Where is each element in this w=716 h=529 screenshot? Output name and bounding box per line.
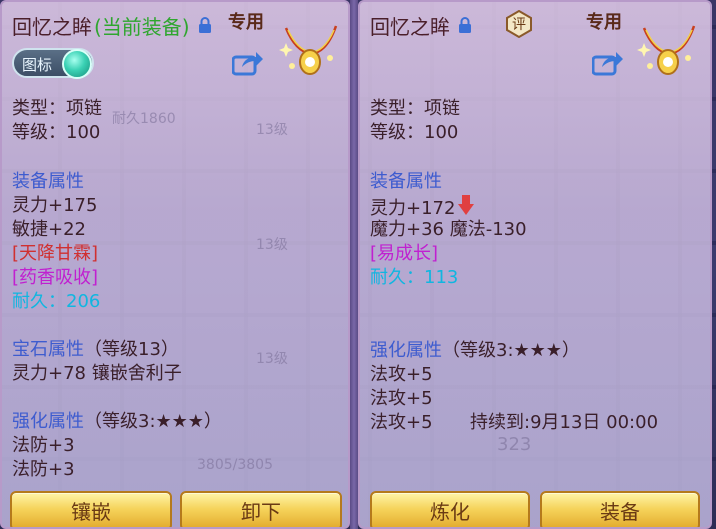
bg-level-text: 13级 — [256, 122, 288, 138]
equipped-label: (当前装备) — [94, 14, 190, 39]
skill-tag: [易成长] — [370, 243, 439, 264]
enhance-level: （等级3:★★★） — [442, 340, 580, 361]
enhance-attr-row: 强化属性 （等级3:★★★） — [12, 410, 222, 434]
gem-level: （等级13） — [84, 339, 179, 360]
share-icon[interactable] — [231, 50, 264, 80]
enhance-line: 法防+3 — [12, 459, 75, 480]
panel-divider — [350, 0, 358, 529]
item-level: 等级：100 — [12, 122, 101, 143]
skill-tag: [天降甘霖] — [12, 243, 99, 264]
equip-button[interactable]: 装备 — [540, 491, 700, 527]
item-name: 回忆之眸 — [370, 14, 450, 39]
gem-line: 灵力+78 镶嵌舍利子 — [12, 363, 182, 384]
refine-button[interactable]: 炼化 — [370, 491, 530, 527]
gem-attr-row: 宝石属性 （等级13） — [12, 338, 179, 362]
enhance-level: （等级3:★★★） — [84, 411, 222, 432]
attr-line: 灵力+175 — [12, 195, 98, 216]
evaluate-label: 评 — [512, 17, 526, 33]
item-title: 回忆之眸 — [370, 10, 472, 40]
icon-toggle-label: 图标 — [22, 56, 53, 74]
lock-icon[interactable] — [198, 17, 212, 33]
necklace-item-icon — [278, 18, 342, 84]
unload-button[interactable]: 卸下 — [180, 491, 342, 527]
bg-number-text: 323 — [497, 434, 532, 455]
inlay-button[interactable]: 镶嵌 — [10, 491, 172, 527]
equip-attr-heading: 装备属性 — [370, 171, 442, 192]
item-name: 回忆之眸 — [12, 14, 92, 39]
exclusive-label: 专用 — [586, 12, 622, 33]
enhance-line: 法攻+5 — [370, 388, 433, 409]
durability-line: 耐久：206 — [12, 291, 101, 312]
bg-hp-text: 3805/3805 — [197, 457, 273, 473]
expiry-text: 持续到:9月13日 00:00 — [470, 412, 659, 433]
enhance-attr-row: 强化属性 （等级3:★★★） — [370, 339, 580, 363]
gem-attr-heading: 宝石属性 — [12, 339, 84, 360]
bg-level-text: 13级 — [256, 237, 288, 253]
toggle-knob — [62, 49, 92, 79]
bg-durability-text: 耐久1860 — [112, 111, 176, 127]
attr-line: 敏捷+22 — [12, 219, 86, 240]
share-icon[interactable] — [591, 50, 624, 80]
item-type: 类型：项链 — [12, 98, 102, 119]
durability-line: 耐久：113 — [370, 267, 459, 288]
enhance-line: 法攻+5 — [370, 412, 433, 433]
evaluate-icon[interactable]: 评 — [505, 9, 533, 39]
compare-item-tooltip: 323 回忆之眸 评 专用 类型：项链 等级：100 装备属性 灵力+172 魔… — [358, 0, 712, 529]
enhance-timed-row: 法攻+5 持续到:9月13日 00:00 — [370, 411, 658, 435]
skill-tag: [药香吸收] — [12, 267, 99, 288]
icon-toggle[interactable]: 图标 — [12, 48, 94, 79]
enhance-attr-heading: 强化属性 — [12, 411, 84, 432]
equip-attr-heading: 装备属性 — [12, 171, 84, 192]
enhance-line: 法攻+5 — [370, 364, 433, 385]
item-type: 类型：项链 — [370, 98, 460, 119]
enhance-attr-heading: 强化属性 — [370, 340, 442, 361]
attr-line: 灵力+172 — [370, 197, 456, 219]
attr-line: 魔力+36 魔法-130 — [370, 219, 527, 240]
exclusive-label: 专用 — [228, 12, 264, 33]
necklace-item-icon — [636, 18, 700, 84]
lock-icon[interactable] — [458, 17, 472, 33]
enhance-line: 法防+3 — [12, 435, 75, 456]
item-level: 等级：100 — [370, 122, 459, 143]
bg-level-text: 13级 — [256, 351, 288, 367]
item-title: 回忆之眸 (当前装备) — [12, 10, 212, 40]
current-equipment-tooltip: 耐久1860 13级 13级 13级 3805/3805 回忆之眸 (当前装备)… — [0, 0, 350, 529]
